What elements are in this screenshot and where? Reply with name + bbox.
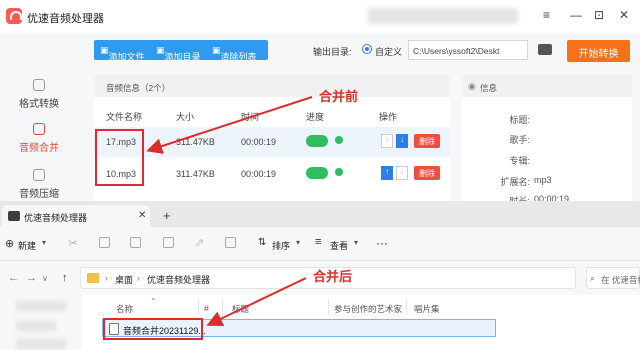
- annotation-arrow-before: [146, 96, 313, 154]
- annotation-arrows: [146, 96, 313, 327]
- annotation-arrow-after: [206, 277, 307, 327]
